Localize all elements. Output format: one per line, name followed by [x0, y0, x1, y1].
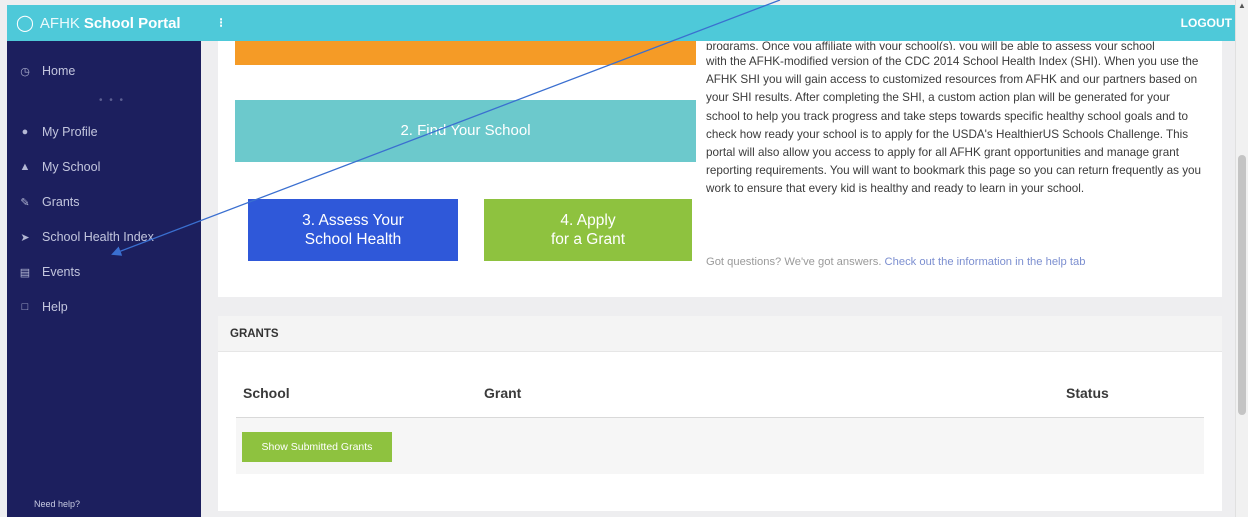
scroll-up-icon[interactable]: ▲ — [1238, 1, 1246, 10]
top-bar: ⁝ LOGOUT — [201, 5, 1235, 41]
sidebar-item-events[interactable]: ▤ Events — [7, 257, 201, 287]
show-submitted-grants-button[interactable]: Show Submitted Grants — [242, 432, 392, 462]
intro-body: with the AFHK-modified version of the CD… — [706, 55, 1202, 196]
sidebar-item-my-school[interactable]: ▲ My School — [7, 152, 201, 182]
grants-header: GRANTS — [218, 316, 1222, 352]
graduation-cap-icon: ▲ — [19, 161, 31, 173]
rocket-icon: ➤ — [20, 231, 30, 244]
button-label-line: 4. Apply — [560, 211, 616, 229]
gear-icon: ◯ — [16, 15, 34, 32]
sidebar-item-label: School Health Index — [42, 230, 154, 244]
menu-toggle-icon[interactable]: ⁝ — [219, 15, 223, 31]
button-label-line: 3. Assess Your — [302, 211, 404, 229]
sidebar-item-grants[interactable]: ✎ Grants — [7, 187, 201, 217]
intro-paragraph: programs. Once you affiliate with your s… — [706, 41, 1206, 199]
calendar-icon: ▤ — [19, 266, 31, 279]
button-label-line: for a Grant — [550, 231, 626, 248]
sidebar-item-label: Help — [42, 300, 68, 314]
chat-icon: □ — [21, 301, 29, 313]
sidebar-item-label: Home — [42, 64, 76, 78]
sidebar-item-label: My School — [42, 160, 101, 174]
column-header-school: School — [243, 385, 290, 401]
column-header-grant: Grant — [484, 385, 522, 401]
page-scrollbar[interactable]: ▲ — [1235, 0, 1248, 517]
sidebar-item-label: Grants — [42, 195, 80, 209]
help-tab-link[interactable]: Check out the information in the help ta… — [885, 256, 1086, 268]
scroll-thumb[interactable] — [1238, 155, 1246, 415]
assess-school-health-button[interactable]: 3. Assess Your School Health — [248, 199, 458, 261]
apply-for-grant-button[interactable]: 4. Apply for a Grant — [484, 199, 692, 261]
questions-text: Got questions? We've got answers. — [706, 256, 882, 268]
sidebar: ◯ AFHK School Portal ◷ Home • • • ● My P… — [7, 5, 201, 517]
column-header-status: Status — [1066, 385, 1109, 401]
pencil-icon: ✎ — [20, 196, 30, 209]
find-your-school-button[interactable]: 2. Find Your School — [235, 100, 696, 162]
brand-logo[interactable]: ◯ AFHK School Portal — [7, 5, 201, 41]
sidebar-separator: • • • — [99, 95, 126, 106]
brand-prefix: AFHK — [39, 14, 80, 32]
getting-started-card: 2. Find Your School 3. Assess Your Schoo… — [218, 41, 1222, 297]
clock-icon: ◷ — [20, 65, 30, 78]
button-label-line: School Health — [304, 231, 402, 248]
sidebar-item-label: Events — [42, 265, 81, 279]
sidebar-item-home[interactable]: ◷ Home — [7, 56, 201, 86]
need-help-link[interactable]: Need help? — [34, 499, 80, 509]
user-icon: ● — [21, 126, 29, 138]
sidebar-item-label: My Profile — [42, 125, 98, 139]
sidebar-item-school-health-index[interactable]: ➤ School Health Index — [7, 222, 201, 252]
intro-clipped-line: programs. Once you affiliate with your s… — [706, 41, 1155, 50]
grants-card: GRANTS School Grant Status Show Submitte… — [218, 316, 1222, 511]
sidebar-item-my-profile[interactable]: ● My Profile — [7, 117, 201, 147]
questions-line: Got questions? We've got answers. Check … — [706, 256, 1085, 268]
step-1-button[interactable] — [235, 41, 696, 65]
logout-button[interactable]: LOGOUT — [1181, 16, 1232, 30]
sidebar-item-help[interactable]: □ Help — [7, 292, 201, 322]
brand-name: School Portal — [83, 14, 181, 32]
